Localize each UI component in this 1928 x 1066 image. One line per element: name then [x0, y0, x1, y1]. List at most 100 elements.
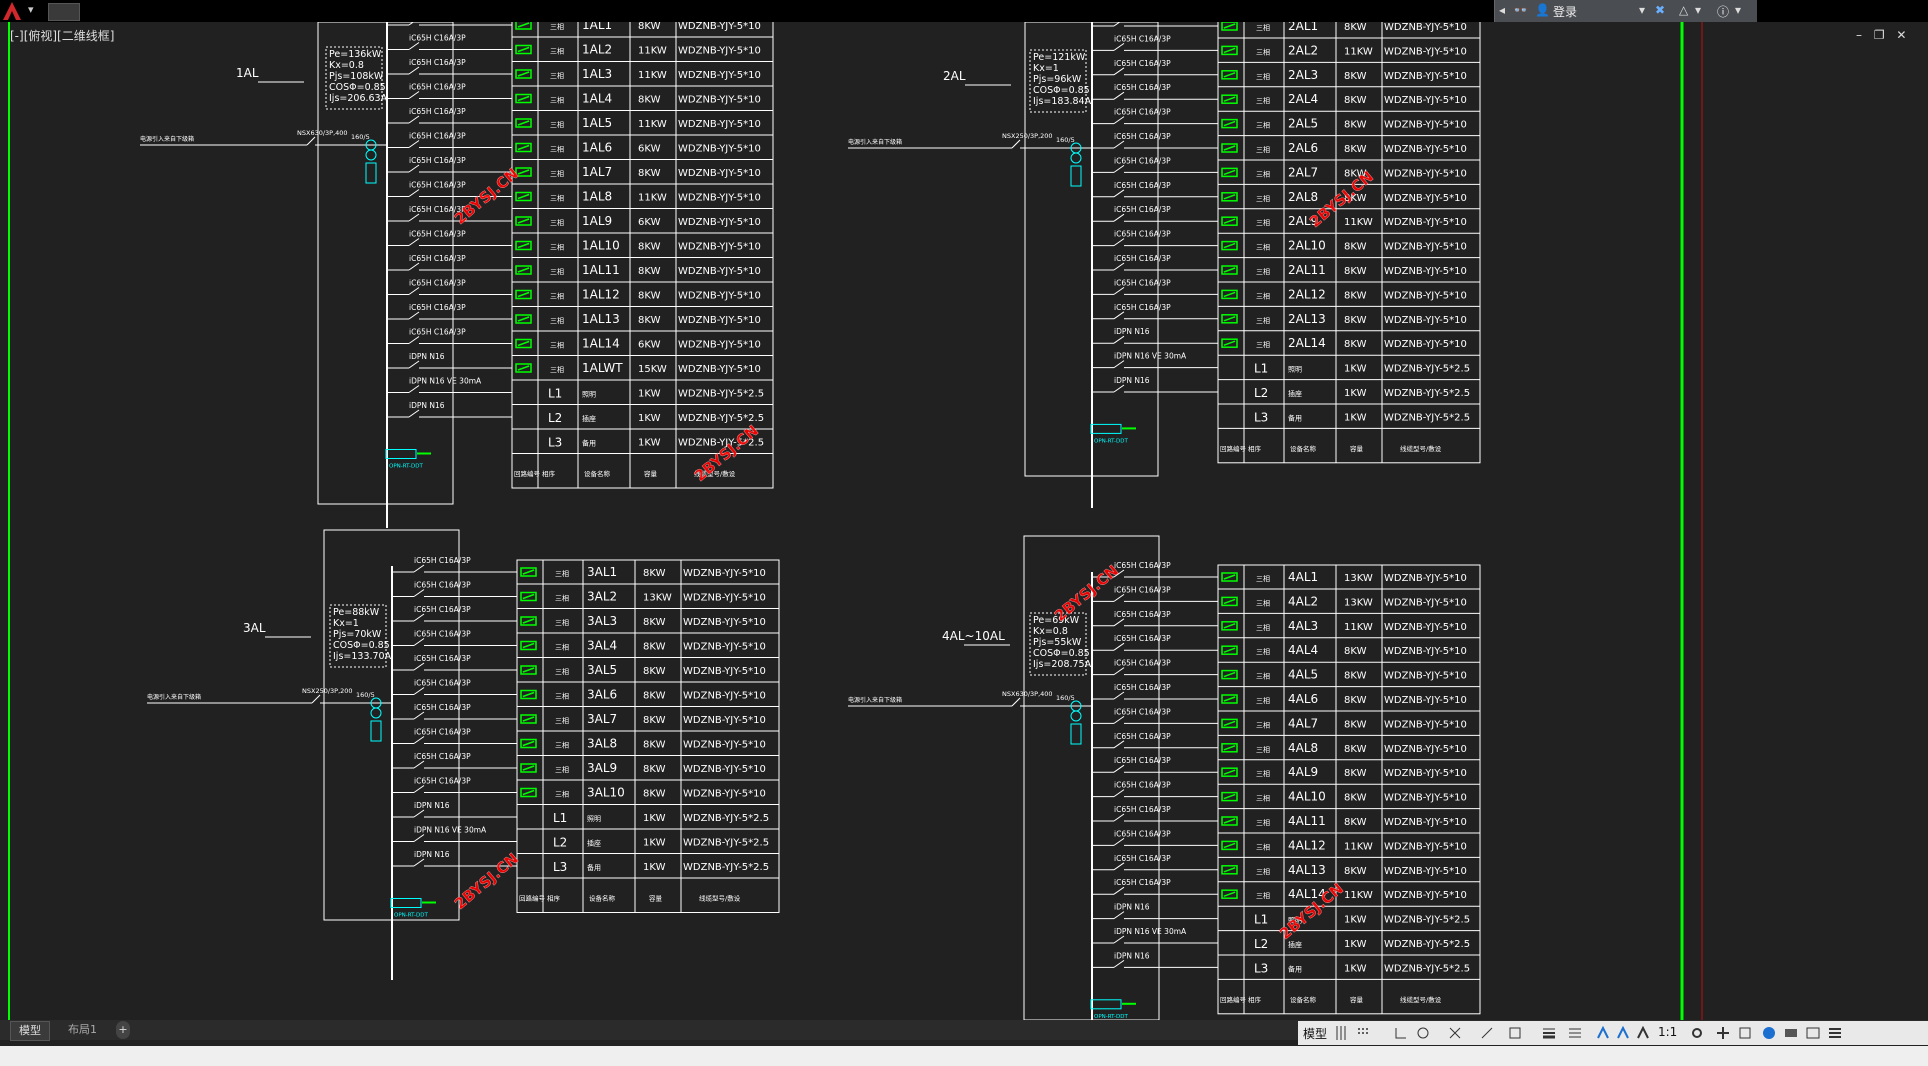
branch-breaker-label: iC65H C16A/3P — [1114, 878, 1171, 887]
status-model-button[interactable]: 模型 — [1303, 1025, 1327, 1042]
chevron-down-icon[interactable]: ▾ — [1695, 3, 1701, 17]
circuit-capacity: 6KW — [638, 144, 661, 155]
gear-icon[interactable] — [1690, 1025, 1704, 1039]
circuit-id: L1 — [1254, 913, 1268, 927]
circuit-name: 3AL9 — [587, 761, 617, 775]
user-icon[interactable]: 👤 — [1535, 3, 1550, 17]
login-label[interactable]: 登录 — [1553, 3, 1577, 20]
current-transformer-icon — [1070, 152, 1082, 164]
branch-breaker-contact — [413, 613, 425, 622]
autoscale-icon[interactable] — [1636, 1025, 1650, 1039]
surge-protector-icon — [390, 898, 422, 908]
circuit-name: 2AL14 — [1288, 336, 1326, 350]
plus-icon[interactable] — [1716, 1025, 1730, 1039]
branch-breaker-label: iC65H C16A/3P — [409, 58, 466, 67]
phase-label: 三相 — [1256, 267, 1270, 276]
cable-spec: WDZNB-YJY-5*10 — [1384, 793, 1467, 804]
autocad-logo-icon[interactable] — [2, 1, 22, 21]
model-space-canvas[interactable]: 1ALPe=136kWKx=0.8Pjs=108kWCOSΦ=0.85Ijs=2… — [0, 22, 1928, 1022]
ortho-icon[interactable] — [1394, 1025, 1408, 1039]
exchange-icon[interactable]: ✖ — [1655, 3, 1665, 17]
cable-spec: WDZNB-YJY-5*10 — [678, 340, 761, 351]
a360-icon[interactable]: △ — [1679, 3, 1688, 17]
circuit-capacity: 8KW — [643, 740, 666, 751]
annotation-scale[interactable]: 1:1 — [1658, 1025, 1677, 1039]
circuit-name: 4AL12 — [1288, 838, 1326, 852]
load-info-3: COSΦ=0.85 — [1033, 648, 1090, 659]
chevron-down-icon[interactable]: ▾ — [1639, 3, 1645, 17]
branch-breaker-label: iC65H C16A/3P — [414, 654, 471, 663]
phase-label: 三相 — [555, 790, 569, 799]
cable-spec: WDZNB-YJY-5*2.5 — [1384, 364, 1470, 375]
cable-spec: WDZNB-YJY-5*10 — [678, 70, 761, 81]
cable-spec: WDZNB-YJY-5*10 — [1384, 622, 1467, 633]
branch-breaker-contact — [413, 736, 425, 744]
circuit-name: 4AL4 — [1288, 643, 1318, 657]
grid-icon[interactable] — [1334, 1025, 1348, 1040]
help-icon[interactable]: ⓘ — [1717, 3, 1729, 20]
branch-breaker-label: iC65H C16A/3P — [1114, 610, 1171, 619]
branch-breaker-label: iC65H C16A/3P — [414, 752, 471, 761]
lineweight-icon[interactable] — [1542, 1025, 1556, 1039]
tab-layout1[interactable]: 布局1 — [60, 1021, 105, 1039]
command-line-strip[interactable] — [0, 1046, 1928, 1066]
customize-menu-icon[interactable] — [1828, 1025, 1842, 1039]
circuit-name: 4AL13 — [1288, 863, 1326, 877]
snap-icon[interactable] — [1356, 1025, 1370, 1039]
cable-spec: WDZNB-YJY-5*10 — [1384, 168, 1467, 179]
osnap-icon[interactable] — [1448, 1025, 1462, 1039]
phase-label: 三相 — [1256, 291, 1270, 300]
branch-breaker-label: iDPN N16 — [1114, 903, 1150, 912]
load-info-3: COSΦ=0.85 — [333, 640, 390, 651]
circuit-capacity: 1KW — [638, 438, 661, 449]
phase-label: 三相 — [550, 365, 564, 374]
chevron-left-icon[interactable]: ◂ — [1499, 3, 1505, 17]
quick-access-toolbar[interactable] — [48, 3, 80, 21]
phase-label: 三相 — [1256, 340, 1270, 349]
add-layout-button[interactable]: + — [116, 1021, 130, 1039]
isolate-icon[interactable] — [1762, 1025, 1776, 1039]
binoculars-icon[interactable]: 👓 — [1513, 3, 1528, 17]
circuit-capacity: 8KW — [1344, 817, 1367, 828]
polar-icon[interactable] — [1416, 1025, 1430, 1039]
hardware-accel-icon[interactable] — [1784, 1025, 1798, 1039]
circuit-name: 1ALWT — [582, 361, 623, 375]
annotation-visibility-icon[interactable] — [1616, 1025, 1630, 1039]
phase-label: 三相 — [1256, 145, 1270, 154]
annotation-scale-icon[interactable] — [1596, 1025, 1610, 1039]
branch-breaker-label: iDPN N16 — [409, 401, 445, 410]
clean-screen-icon[interactable] — [1806, 1025, 1820, 1039]
branch-breaker-label: iC65H C16A/3P — [1114, 659, 1171, 668]
properties-icon[interactable] — [1568, 1025, 1582, 1039]
branch-breaker-label: iC65H C16A/3P — [1114, 205, 1171, 214]
circuit-capacity: 1KW — [643, 838, 666, 849]
workspace-icon[interactable] — [1738, 1025, 1752, 1039]
cable-spec: WDZNB-YJY-5*10 — [678, 291, 761, 302]
circuit-capacity: 8KW — [1344, 695, 1367, 706]
phase-label: 三相 — [550, 169, 564, 178]
branch-breaker-contact — [413, 564, 425, 573]
cable-spec: WDZNB-YJY-5*10 — [1384, 290, 1467, 301]
circuit-capacity: 8KW — [1344, 290, 1367, 301]
viewport-controls-label[interactable]: [-][俯视][二维线框] — [10, 27, 114, 44]
otrack-icon[interactable] — [1480, 1025, 1494, 1039]
cable-spec: WDZNB-YJY-5*10 — [1384, 719, 1467, 730]
branch-breaker-label: iDPN N16 VE 30mA — [409, 377, 482, 386]
app-menu-dropdown-icon[interactable]: ▾ — [28, 3, 34, 19]
phase-label: 三相 — [550, 47, 564, 56]
circuit-capacity: 8KW — [638, 95, 661, 106]
table-header-1: 相序 — [1248, 995, 1262, 1004]
circuit-id: L2 — [1254, 386, 1268, 400]
circuit-name: 插座 — [1288, 940, 1302, 949]
circuit-name: 3AL4 — [587, 639, 617, 653]
circuit-capacity: 11KW — [638, 193, 667, 204]
branch-breaker-contact — [408, 311, 420, 320]
three-phase-icon-stroke — [522, 593, 535, 600]
tab-model[interactable]: 模型 — [10, 1021, 50, 1041]
dyn-icon[interactable] — [1508, 1025, 1522, 1039]
table-header-4: 线缆型号/敷设 — [1400, 995, 1442, 1004]
circuit-name: 1AL13 — [582, 312, 620, 326]
table-header-3: 容量 — [644, 469, 658, 478]
cable-spec: WDZNB-YJY-5*10 — [1384, 695, 1467, 706]
chevron-down-icon[interactable]: ▾ — [1735, 3, 1741, 17]
